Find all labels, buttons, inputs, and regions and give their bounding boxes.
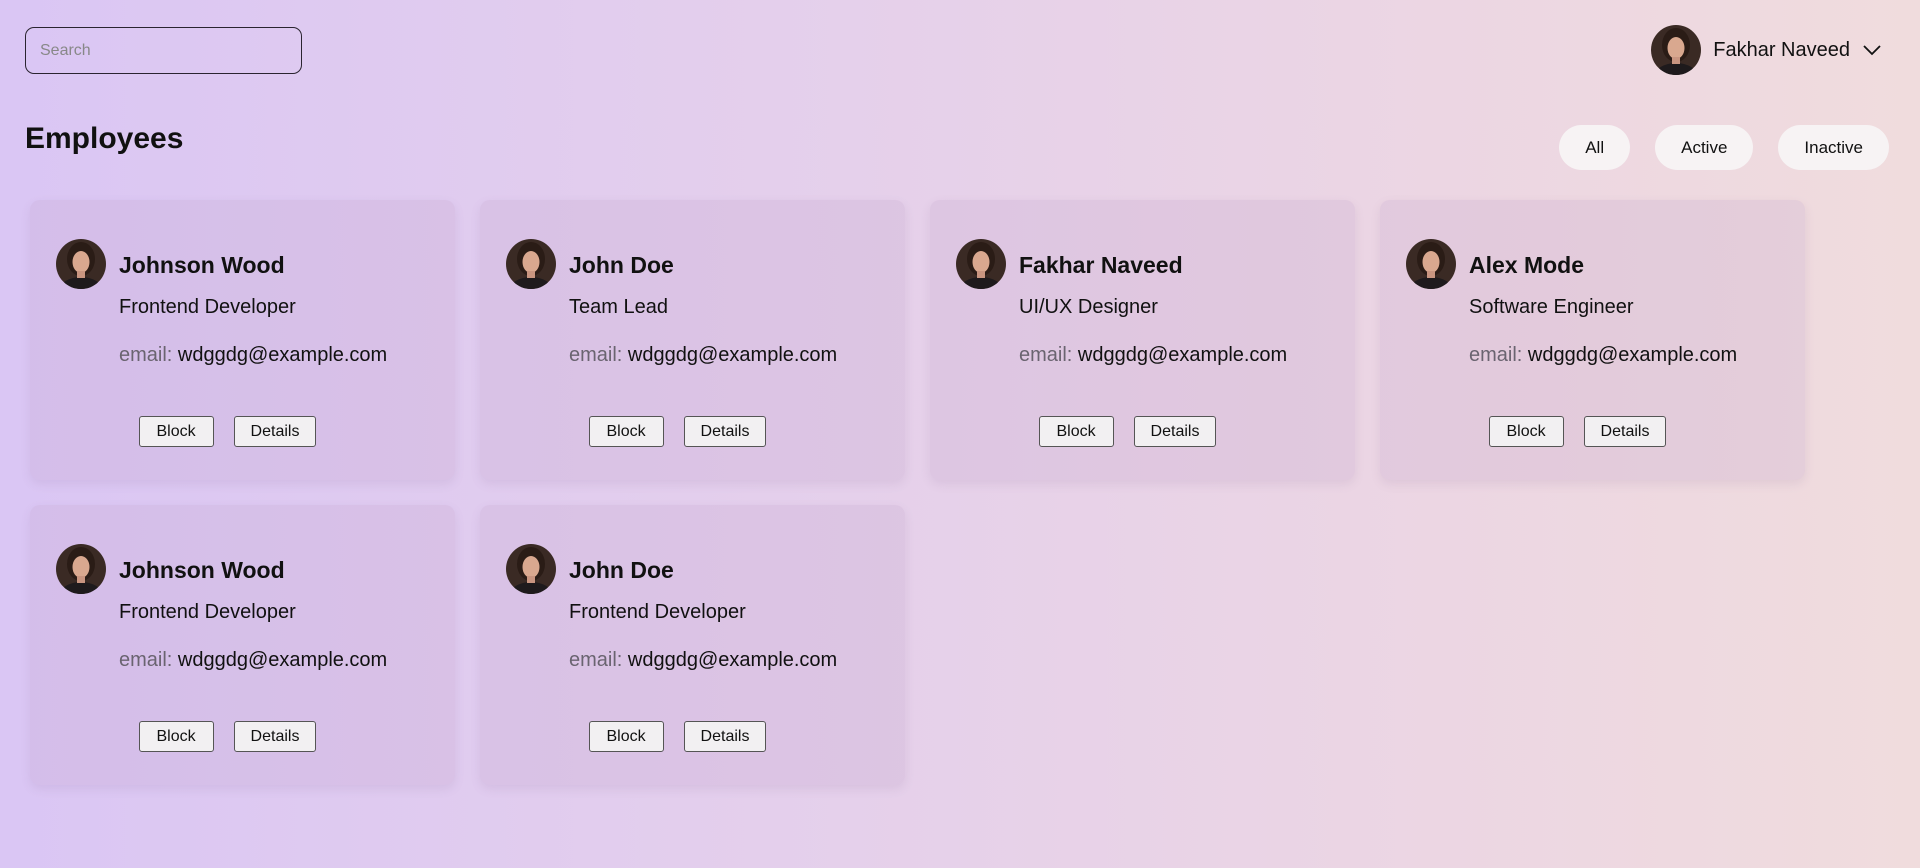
details-button[interactable]: Details [683,721,767,752]
employee-email: email: wdggdg@example.com [119,344,387,367]
details-button[interactable]: Details [683,416,767,447]
block-button[interactable]: Block [138,721,214,752]
details-button[interactable]: Details [233,416,317,447]
block-button[interactable]: Block [1038,416,1114,447]
employee-card: John Doe Frontend Developer email: wdggd… [480,505,905,785]
email-label: email: [569,344,623,366]
filter-all-button[interactable]: All [1559,125,1631,170]
email-value: wdggdg@example.com [1077,344,1288,366]
status-filter-group: All Active Inactive [1559,125,1889,170]
email-value: wdggdg@example.com [627,344,838,366]
card-actions: Block Details [1380,416,1805,447]
card-actions: Block Details [480,416,905,447]
email-value: wdggdg@example.com [177,344,388,366]
card-actions: Block Details [30,721,455,752]
employee-email: email: wdggdg@example.com [569,649,837,672]
details-button[interactable]: Details [1583,416,1667,447]
search-input[interactable] [25,27,302,74]
employee-email: email: wdggdg@example.com [1019,344,1287,367]
email-label: email: [1019,344,1073,366]
email-label: email: [119,649,173,671]
block-button[interactable]: Block [138,416,214,447]
details-button[interactable]: Details [233,721,317,752]
employee-grid: Johnson Wood Frontend Developer email: w… [30,200,1805,785]
employee-role: Frontend Developer [119,601,296,623]
email-label: email: [119,344,173,366]
card-actions: Block Details [30,416,455,447]
employee-avatar [506,544,556,594]
block-button[interactable]: Block [588,721,664,752]
user-name: Fakhar Naveed [1713,38,1850,61]
user-avatar [1651,25,1702,75]
filter-active-button[interactable]: Active [1655,125,1754,170]
employee-role: Team Lead [569,296,668,318]
employee-name: Johnson Wood [119,252,285,278]
employee-avatar [956,239,1006,289]
details-button[interactable]: Details [1133,416,1217,447]
email-value: wdggdg@example.com [627,649,838,671]
employee-avatar [56,544,106,594]
employee-avatar [1406,239,1456,289]
employee-email: email: wdggdg@example.com [569,344,837,367]
block-button[interactable]: Block [588,416,664,447]
filter-inactive-button[interactable]: Inactive [1778,125,1889,170]
employee-email: email: wdggdg@example.com [119,649,387,672]
employee-role: Software Engineer [1469,296,1634,318]
page-title: Employees [25,122,184,155]
employee-name: John Doe [569,252,674,278]
employee-card: Alex Mode Software Engineer email: wdggd… [1380,200,1805,480]
email-value: wdggdg@example.com [1527,344,1738,366]
email-label: email: [1469,344,1523,366]
employee-card: Fakhar Naveed UI/UX Designer email: wdgg… [930,200,1355,480]
employee-name: Johnson Wood [119,557,285,583]
user-menu[interactable]: Fakhar Naveed [1651,25,1882,75]
card-actions: Block Details [930,416,1355,447]
card-actions: Block Details [480,721,905,752]
employee-role: Frontend Developer [119,296,296,318]
employee-role: Frontend Developer [569,601,746,623]
employee-card: John Doe Team Lead email: wdggdg@example… [480,200,905,480]
chevron-down-icon[interactable] [1862,40,1882,60]
employee-card: Johnson Wood Frontend Developer email: w… [30,200,455,480]
employee-role: UI/UX Designer [1019,296,1158,318]
employee-avatar [56,239,106,289]
employee-avatar [506,239,556,289]
employee-card: Johnson Wood Frontend Developer email: w… [30,505,455,785]
block-button[interactable]: Block [1488,416,1564,447]
email-label: email: [569,649,623,671]
email-value: wdggdg@example.com [177,649,388,671]
employee-email: email: wdggdg@example.com [1469,344,1737,367]
employee-name: John Doe [569,557,674,583]
employee-name: Fakhar Naveed [1019,252,1183,278]
employee-name: Alex Mode [1469,252,1585,278]
